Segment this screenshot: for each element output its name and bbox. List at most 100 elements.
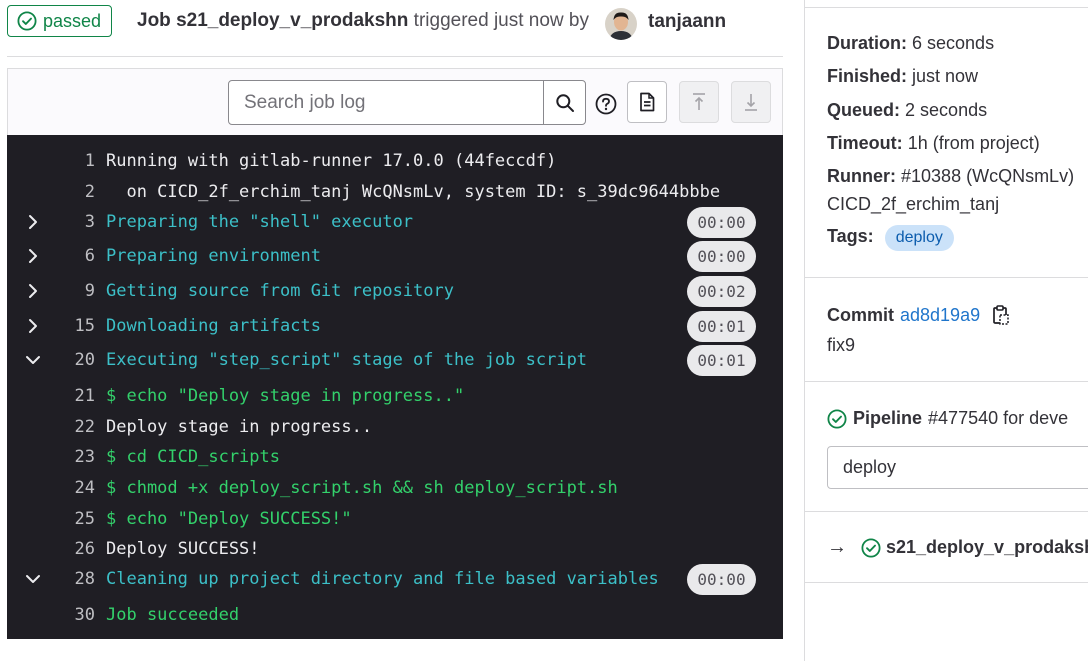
line-number[interactable]: 22 bbox=[47, 417, 95, 437]
sidebar-divider bbox=[805, 277, 1088, 278]
line-number[interactable]: 24 bbox=[47, 478, 95, 498]
scroll-bottom-icon bbox=[745, 94, 757, 111]
triggered-text: triggered just now by bbox=[413, 10, 589, 31]
tags-label: Tags: bbox=[827, 226, 874, 246]
pipeline-label: Pipeline bbox=[853, 408, 923, 428]
chevron-right-icon[interactable] bbox=[24, 317, 42, 335]
runner-value: #10388 (WcQNsmLv) bbox=[901, 166, 1075, 186]
job-log: 1 Running with gitlab-runner 17.0.0 (44fe… bbox=[7, 135, 783, 639]
timeout-label: Timeout: bbox=[827, 133, 903, 153]
line-number[interactable]: 21 bbox=[47, 386, 95, 406]
finished-row: Finished: just now bbox=[827, 66, 978, 87]
search-input[interactable] bbox=[229, 81, 543, 124]
log-line: 26 Deploy SUCCESS! bbox=[7, 534, 783, 564]
status-badge[interactable]: passed bbox=[7, 5, 113, 37]
line-number[interactable]: 1 bbox=[47, 151, 95, 171]
avatar[interactable] bbox=[605, 8, 637, 40]
commit-label: Commit bbox=[827, 304, 894, 325]
search-box bbox=[228, 80, 586, 125]
log-text: $ echo "Deploy stage in progress.." bbox=[106, 386, 465, 406]
section-duration-badge: 00:01 bbox=[687, 310, 756, 342]
chevron-down-icon[interactable] bbox=[24, 351, 42, 369]
log-text: on CICD_2f_erchim_tanj WcQNsmLv, system … bbox=[106, 182, 721, 202]
log-line: 1 Running with gitlab-runner 17.0.0 (44fe… bbox=[7, 146, 783, 176]
sidebar-divider bbox=[805, 511, 1088, 512]
log-line: 30 Job succeeded bbox=[7, 600, 783, 630]
log-text: Preparing the "shell" executor bbox=[106, 212, 414, 232]
header-divider bbox=[7, 56, 783, 57]
log-text: Preparing environment bbox=[106, 246, 321, 266]
log-section-header[interactable]: 6 Preparing environment 00:00 bbox=[7, 240, 783, 272]
copy-icon[interactable] bbox=[992, 304, 1010, 326]
chevron-down-icon[interactable] bbox=[24, 570, 42, 588]
duration-row: Duration: 6 seconds bbox=[827, 33, 994, 54]
log-text: $ cd CICD_scripts bbox=[106, 447, 280, 467]
check-circle-icon bbox=[17, 11, 37, 31]
line-number[interactable]: 9 bbox=[47, 281, 95, 301]
section-duration-badge: 00:00 bbox=[687, 563, 756, 595]
finished-label: Finished: bbox=[827, 66, 907, 86]
show-raw-log-button[interactable] bbox=[627, 81, 667, 123]
log-line: 22 Deploy stage in progress.. bbox=[7, 412, 783, 442]
raw-log-icon bbox=[640, 92, 655, 112]
line-number[interactable]: 3 bbox=[47, 212, 95, 232]
runner-name: CICD_2f_erchim_tanj bbox=[827, 194, 1000, 214]
pipeline-text[interactable]: #477540 for deve bbox=[928, 408, 1068, 429]
job-name: s21_deploy_v_prodakshn bbox=[176, 10, 409, 31]
log-section-header[interactable]: 3 Preparing the "shell" executor 00:00 bbox=[7, 206, 783, 238]
line-number[interactable]: 15 bbox=[47, 316, 95, 336]
job-sidebar: Duration: 6 seconds Finished: just now Q… bbox=[804, 0, 1088, 661]
line-number[interactable]: 6 bbox=[47, 246, 95, 266]
runner-row: Runner: #10388 (WcQNsmLv) bbox=[827, 166, 1074, 187]
scroll-top-icon bbox=[693, 93, 705, 110]
section-duration-badge: 00:01 bbox=[687, 344, 756, 376]
help-icon[interactable] bbox=[595, 93, 617, 115]
line-number[interactable]: 30 bbox=[47, 605, 95, 625]
commit-message: fix9 bbox=[827, 335, 856, 355]
queued-row: Queued: 2 seconds bbox=[827, 100, 987, 121]
line-number[interactable]: 25 bbox=[47, 509, 95, 529]
arrow-right-icon: → bbox=[827, 536, 847, 558]
log-text: $ echo "Deploy SUCCESS!" bbox=[106, 509, 352, 529]
search-button[interactable] bbox=[543, 81, 585, 124]
line-number[interactable]: 23 bbox=[47, 447, 95, 467]
line-number[interactable]: 20 bbox=[47, 350, 95, 370]
queued-label: Queued: bbox=[827, 100, 901, 120]
commit-row: Commit ad8d19a9 bbox=[827, 304, 1010, 326]
log-text: Deploy stage in progress.. bbox=[106, 417, 373, 437]
scroll-to-top-button[interactable] bbox=[679, 81, 719, 123]
finished-value: just now bbox=[912, 66, 979, 86]
log-section-header[interactable]: 20 Executing "step_script" stage of the j… bbox=[7, 344, 783, 376]
sidebar-divider bbox=[805, 381, 1088, 382]
job-log-toolbar bbox=[7, 68, 783, 135]
job-link-name[interactable]: s21_deploy_v_prodakshn bbox=[886, 537, 1088, 558]
log-section-header[interactable]: 9 Getting source from Git repository 00:02 bbox=[7, 275, 783, 307]
duration-value: 6 seconds bbox=[912, 33, 995, 53]
log-text: Downloading artifacts bbox=[106, 316, 321, 336]
job-link-row[interactable]: → s21_deploy_v_prodakshn bbox=[827, 536, 1088, 559]
username[interactable]: tanjaann bbox=[648, 11, 726, 33]
job-prefix: Job bbox=[137, 10, 171, 31]
chevron-right-icon[interactable] bbox=[24, 282, 42, 300]
line-number[interactable]: 26 bbox=[47, 539, 95, 559]
timeout-value: 1h (from project) bbox=[907, 133, 1040, 153]
line-number[interactable]: 2 bbox=[47, 182, 95, 202]
line-number[interactable]: 28 bbox=[47, 569, 95, 589]
log-line: 25 $ echo "Deploy SUCCESS!" bbox=[7, 504, 783, 534]
log-section-header[interactable]: 28 Cleaning up project directory and file… bbox=[7, 563, 783, 595]
chevron-right-icon[interactable] bbox=[24, 213, 42, 231]
duration-label: Duration: bbox=[827, 33, 907, 53]
log-line: 24 $ chmod +x deploy_script.sh && sh depl… bbox=[7, 473, 783, 503]
job-header: passed Job s21_deploy_v_prodakshn trigge… bbox=[0, 0, 790, 56]
scroll-to-bottom-button[interactable] bbox=[731, 81, 771, 123]
stage-select-value: deploy bbox=[843, 457, 897, 477]
chevron-right-icon[interactable] bbox=[24, 247, 42, 265]
stage-select[interactable]: deploy bbox=[827, 446, 1088, 489]
timeout-row: Timeout: 1h (from project) bbox=[827, 133, 1040, 154]
log-text: Job succeeded bbox=[106, 605, 240, 625]
log-text: Cleaning up project directory and file b… bbox=[106, 569, 659, 589]
log-text: Executing "step_script" stage of the job… bbox=[106, 350, 588, 370]
commit-sha-link[interactable]: ad8d19a9 bbox=[900, 305, 980, 326]
log-section-header[interactable]: 15 Downloading artifacts 00:01 bbox=[7, 310, 783, 342]
status-text: passed bbox=[43, 10, 102, 31]
